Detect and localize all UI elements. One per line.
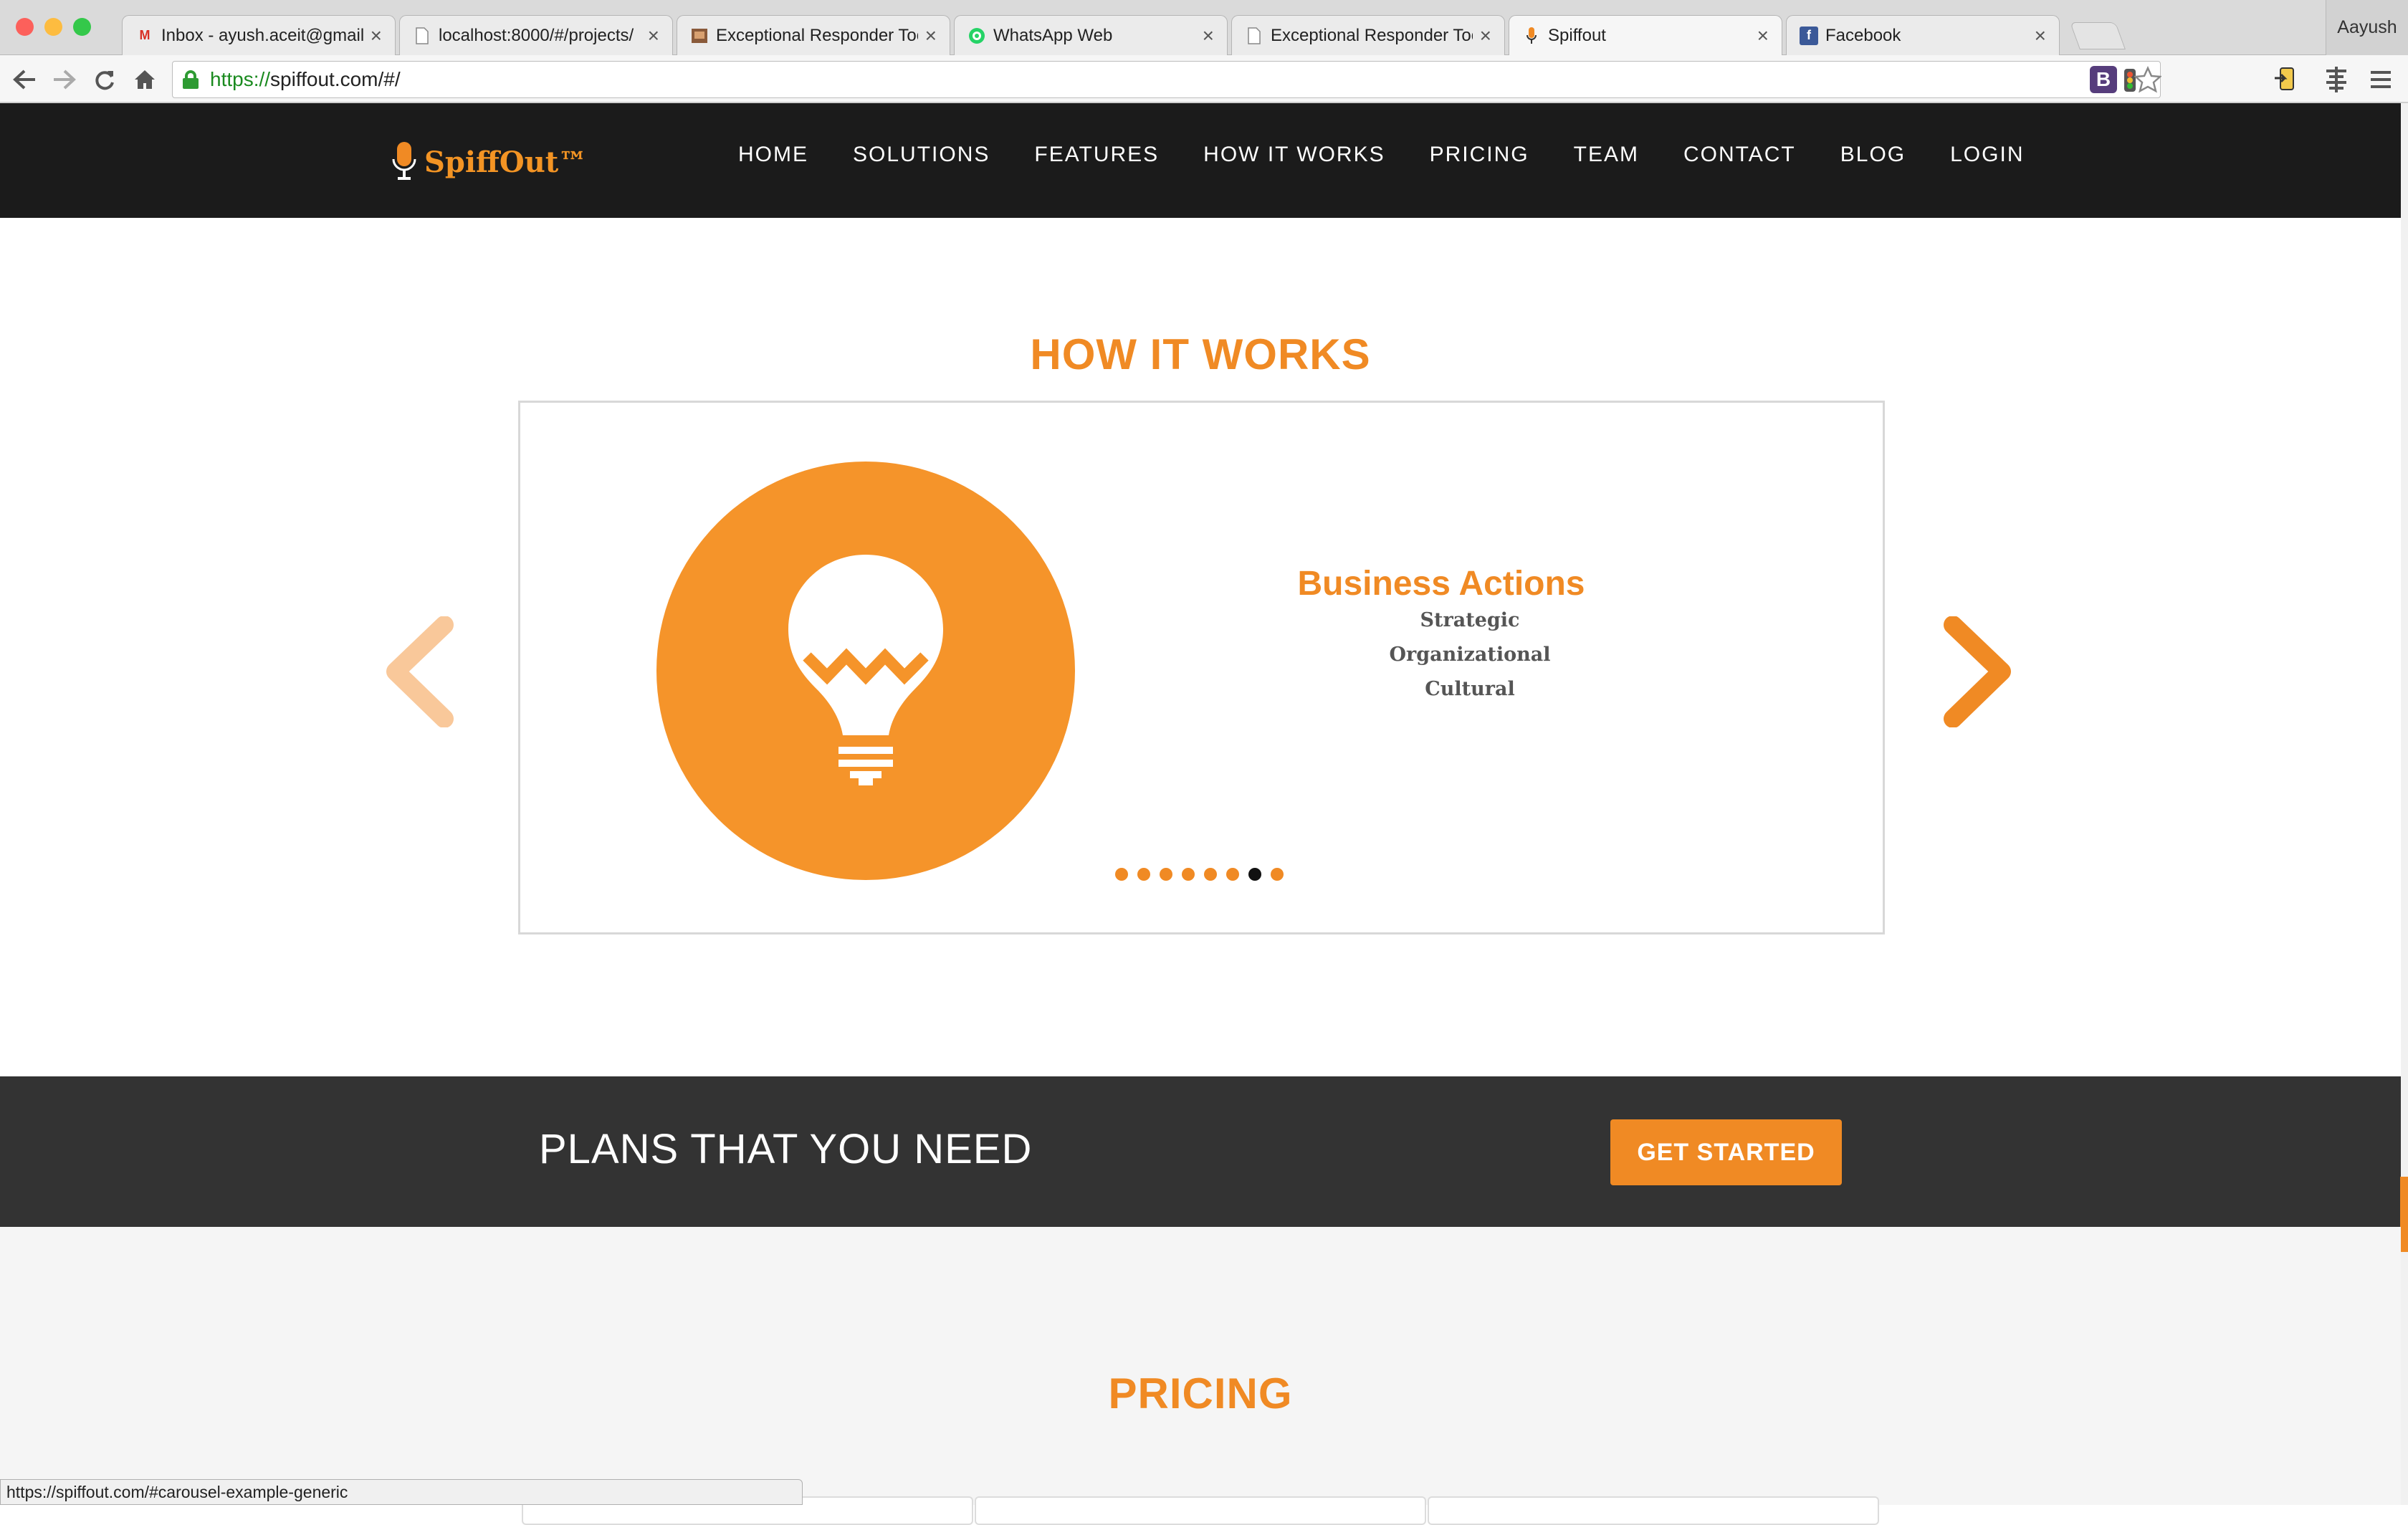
main-nav: HOME SOLUTIONS FEATURES HOW IT WORKS PRI… [738, 140, 2068, 169]
close-tab-icon[interactable]: × [2035, 24, 2046, 47]
site-header: SpiffOut™ HOME SOLUTIONS FEATURES HOW IT… [0, 103, 2401, 218]
nav-solutions[interactable]: SOLUTIONS [853, 140, 990, 169]
microphone-icon [392, 142, 416, 180]
carousel-indicator[interactable] [1204, 868, 1217, 881]
close-window-button[interactable] [16, 18, 34, 36]
nav-features[interactable]: FEATURES [1034, 140, 1159, 169]
browser-tab[interactable]: Exceptional Responder Too × [1231, 15, 1505, 55]
close-tab-icon[interactable]: × [925, 24, 937, 47]
pricing-card [1428, 1496, 1879, 1525]
whatsapp-icon [968, 27, 986, 45]
section-title-pricing: PRICING [1108, 1369, 1293, 1418]
carousel-next-arrow-icon[interactable] [1939, 616, 2017, 727]
nav-login[interactable]: LOGIN [1950, 140, 2024, 169]
how-it-works-carousel: Business Actions Strategic Organizationa… [518, 401, 1885, 934]
pricing-card [975, 1496, 1426, 1525]
slide-content: Business Actions Strategic Organizationa… [1298, 564, 1850, 707]
carousel-indicator[interactable] [1271, 868, 1284, 881]
responder-icon [690, 27, 709, 45]
browser-tab-active[interactable]: Spiffout × [1509, 15, 1782, 55]
menu-icon[interactable] [2366, 65, 2395, 94]
lock-icon [183, 70, 199, 89]
maximize-window-button[interactable] [73, 18, 91, 36]
side-tab-marker[interactable] [2400, 1177, 2408, 1252]
reload-icon[interactable] [87, 62, 122, 97]
close-tab-icon[interactable]: × [1757, 24, 1769, 47]
bootstrap-extension-icon[interactable]: B [2090, 66, 2117, 93]
close-tab-icon[interactable]: × [648, 24, 659, 47]
tab-title: Exceptional Responder Too [1271, 25, 1473, 45]
extension-icon[interactable] [2273, 65, 2302, 94]
carousel-indicator[interactable] [1226, 868, 1239, 881]
tab-title: localhost:8000/#/projects/ [439, 25, 634, 45]
page-scrollbar[interactable] [2401, 103, 2408, 1505]
nav-home[interactable]: HOME [738, 140, 808, 169]
nav-pricing[interactable]: PRICING [1430, 140, 1529, 169]
carousel-indicator[interactable] [1160, 868, 1172, 881]
extension-icon[interactable] [2322, 65, 2351, 94]
tab-title: Facebook [1825, 25, 1901, 45]
tab-title: WhatsApp Web [993, 25, 1113, 45]
browser-toolbar: https:// spiffout.com/#/ B [0, 55, 2408, 103]
carousel-indicator-active[interactable] [1248, 868, 1261, 881]
carousel-indicator[interactable] [1137, 868, 1150, 881]
carousel-indicator[interactable] [1115, 868, 1128, 881]
browser-tab[interactable]: localhost:8000/#/projects/ × [399, 15, 673, 55]
logo-text: SpiffOut™ [424, 145, 588, 179]
section-title-how-it-works: HOW IT WORKS [1030, 330, 1371, 378]
forward-icon[interactable] [47, 62, 82, 97]
carousel-indicator[interactable] [1182, 868, 1195, 881]
browser-tab[interactable]: M Inbox - ayush.aceit@gmail. × [122, 15, 396, 55]
address-bar[interactable]: https:// spiffout.com/#/ B [172, 61, 2163, 98]
facebook-icon: f [1800, 26, 1818, 45]
tab-title: Exceptional Responder Too [716, 25, 918, 45]
tab-title: Inbox - ayush.aceit@gmail. [161, 25, 363, 45]
slide-item: Strategic [1420, 609, 1520, 631]
browser-tab[interactable]: WhatsApp Web × [954, 15, 1228, 55]
carousel-prev-arrow-icon[interactable] [380, 616, 459, 727]
tab-title: Spiffout [1548, 25, 1606, 45]
lightbulb-circle [656, 462, 1075, 880]
nav-team[interactable]: TEAM [1574, 140, 1639, 169]
page-icon [1245, 27, 1263, 45]
get-started-button[interactable]: GET STARTED [1610, 1119, 1842, 1185]
profile-button[interactable]: Aayush [2326, 0, 2408, 55]
plans-banner: PLANS THAT YOU NEED GET STARTED [0, 1076, 2401, 1227]
lightbulb-icon [788, 555, 943, 785]
page-icon [413, 27, 431, 45]
close-tab-icon[interactable]: × [371, 24, 382, 47]
url-text: spiffout.com/#/ [270, 68, 401, 90]
pricing-section: PRICING [0, 1227, 2401, 1525]
url-scheme: https:// [210, 68, 271, 90]
close-tab-icon[interactable]: × [1203, 24, 1214, 47]
slide-item: Organizational [1389, 644, 1551, 666]
spiffout-icon [1522, 27, 1541, 45]
bookmark-star-icon[interactable] [2133, 65, 2163, 93]
nav-how-it-works[interactable]: HOW IT WORKS [1203, 140, 1385, 169]
browser-tab[interactable]: Exceptional Responder Too × [677, 15, 950, 55]
gmail-icon: M [139, 28, 150, 42]
plans-heading: PLANS THAT YOU NEED [539, 1126, 1033, 1172]
nav-blog[interactable]: BLOG [1840, 140, 1906, 169]
back-icon[interactable] [7, 62, 42, 97]
slide-title: Business Actions [1297, 565, 1585, 603]
new-tab-button[interactable] [2070, 22, 2126, 49]
close-tab-icon[interactable]: × [1480, 24, 1491, 47]
logo[interactable]: SpiffOut™ [391, 140, 587, 183]
nav-contact[interactable]: CONTACT [1683, 140, 1796, 169]
minimize-window-button[interactable] [44, 18, 62, 36]
home-icon[interactable] [128, 62, 162, 97]
slide-item: Cultural [1425, 678, 1515, 700]
carousel-indicators [1115, 868, 1293, 881]
browser-tab-strip: M Inbox - ayush.aceit@gmail. × localhost… [0, 0, 2408, 55]
status-bar-url: https://spiffout.com/#carousel-example-g… [0, 1479, 803, 1505]
browser-tab[interactable]: f Facebook × [1786, 15, 2060, 55]
